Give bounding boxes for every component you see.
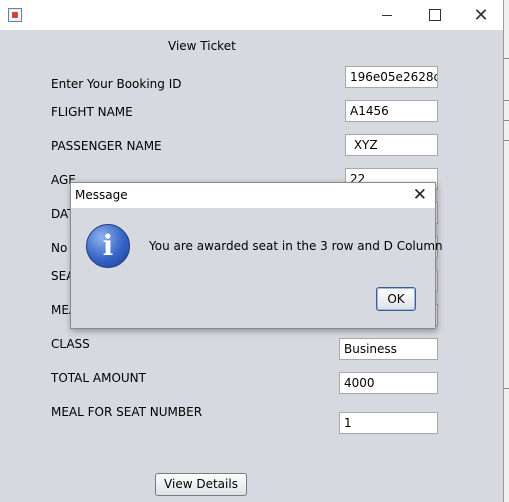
ok-button[interactable]: OK <box>376 287 416 311</box>
message-dialog: Message ✕ i You are awarded seat in the … <box>70 182 443 329</box>
total-amount-field[interactable]: 4000 <box>339 372 438 394</box>
maximize-button[interactable] <box>412 0 458 30</box>
flight-name-label: FLIGHT NAME <box>51 105 133 119</box>
booking-id-field[interactable]: 196e05e2628c <box>345 66 438 88</box>
info-icon: i <box>86 224 130 268</box>
page-title: View Ticket <box>168 39 236 53</box>
meal-seat-number-field[interactable]: 1 <box>339 412 438 434</box>
close-icon: ✕ <box>473 4 489 26</box>
class-label: CLASS <box>51 337 90 351</box>
dialog-message: You are awarded seat in the 3 row and D … <box>149 239 443 253</box>
background-window-edge <box>504 0 509 502</box>
meal-seat-number-label: MEAL FOR SEAT NUMBER <box>51 405 203 419</box>
passenger-name-field[interactable]: XYZ <box>345 134 438 156</box>
flight-name-field[interactable]: A1456 <box>345 100 438 122</box>
dialog-body: i You are awarded seat in the 3 row and … <box>71 208 443 328</box>
minimize-icon <box>382 14 392 16</box>
dialog-title-bar: Message ✕ <box>71 183 435 208</box>
title-bar: ✕ <box>0 0 503 30</box>
total-amount-label: TOTAL AMOUNT <box>51 371 146 385</box>
booking-id-label: Enter Your Booking ID <box>51 77 182 91</box>
minimize-button[interactable] <box>364 0 410 30</box>
view-details-button[interactable]: View Details <box>155 473 247 496</box>
passenger-name-label: PASSENGER NAME <box>51 139 162 153</box>
close-button[interactable]: ✕ <box>458 0 504 30</box>
maximize-icon <box>429 9 441 21</box>
class-field[interactable]: Business <box>339 338 438 360</box>
number-label: No <box>51 241 68 255</box>
dialog-close-button[interactable]: ✕ <box>413 185 427 205</box>
java-app-icon <box>8 8 22 22</box>
dialog-title: Message <box>75 188 128 202</box>
